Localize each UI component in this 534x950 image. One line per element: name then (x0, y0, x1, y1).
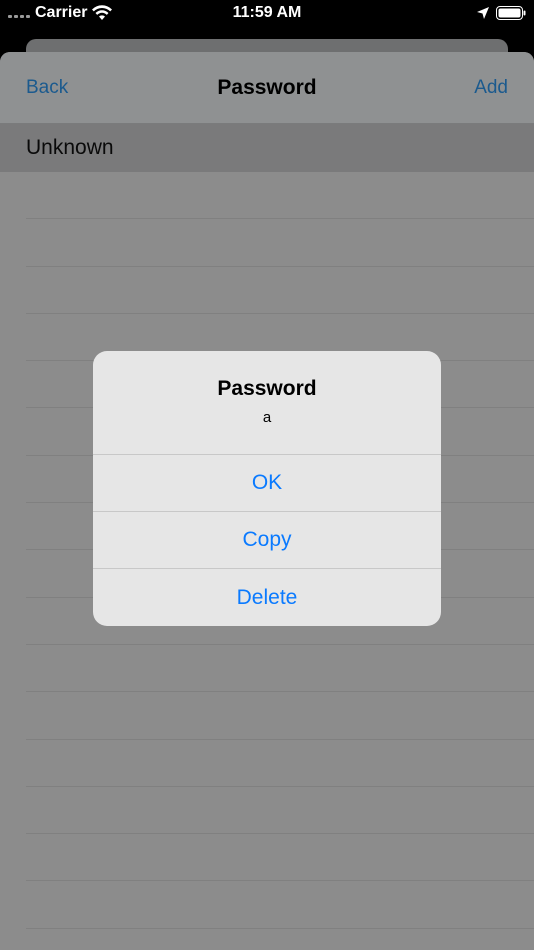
status-time: 11:59 AM (232, 4, 302, 21)
password-alert: Password a OK Copy Delete (93, 351, 441, 626)
status-bar: Carrier 11:59 AM (0, 0, 534, 28)
page-title: Password (217, 76, 317, 99)
table-row (26, 219, 534, 267)
delete-button[interactable]: Delete (93, 568, 441, 626)
table-row (26, 645, 534, 693)
section-header: Unknown (0, 124, 534, 172)
section-header-label: Unknown (26, 136, 114, 159)
location-arrow-icon (477, 7, 489, 19)
battery-icon (496, 6, 526, 20)
navigation-bar: Back Password Add (0, 52, 534, 124)
table-row (26, 834, 534, 882)
add-button[interactable]: Add (474, 77, 508, 99)
alert-title: Password (217, 377, 317, 400)
ok-button[interactable]: OK (93, 454, 441, 511)
alert-message: a (262, 409, 272, 426)
table-row (26, 740, 534, 787)
table-row (26, 267, 534, 314)
table-row (26, 692, 534, 740)
table-row (26, 881, 534, 929)
table-row (26, 172, 534, 220)
copy-button[interactable]: Copy (93, 511, 441, 568)
table-row (26, 787, 534, 835)
